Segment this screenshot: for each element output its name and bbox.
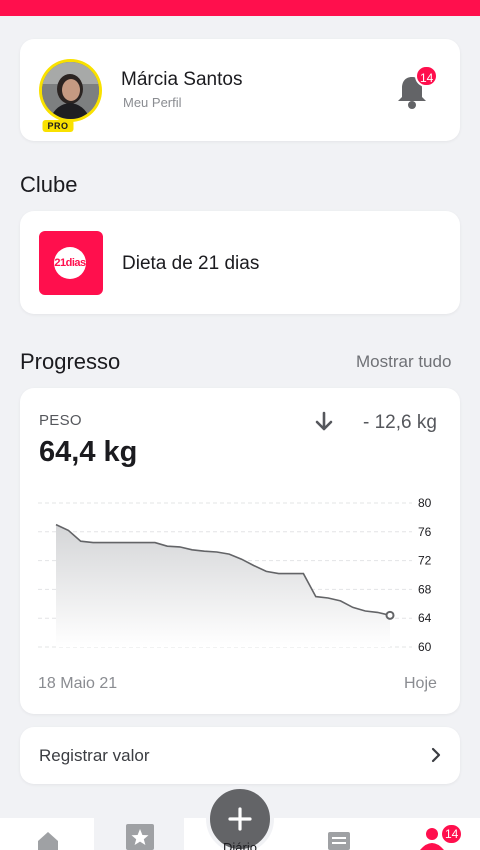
chart-end-label: Hoje [404, 675, 437, 692]
arrow-down-icon [315, 411, 333, 431]
weight-progress-card[interactable]: PESO 64,4 kg - 12,6 kg 80 76 72 68 64 60 18 M… [20, 388, 460, 714]
notification-badge: 14 [415, 65, 439, 87]
fab-caption: Diário [223, 840, 257, 850]
chevron-right-icon [431, 747, 441, 763]
list-icon [328, 832, 350, 850]
nav-item-home[interactable] [30, 818, 66, 850]
club-item-dieta[interactable]: 21dias Dieta de 21 dias [20, 211, 460, 314]
weight-chart: 80 76 72 68 64 60 [38, 496, 432, 654]
nav-item-favorites[interactable] [94, 818, 184, 850]
metric-delta: - 12,6 kg [363, 412, 437, 433]
metric-label: PESO [39, 412, 82, 429]
chart-y-tick-label: 72 [418, 554, 432, 568]
show-all-link[interactable]: Mostrar tudo [356, 352, 451, 372]
chart-y-tick-label: 80 [418, 496, 432, 510]
star-icon [126, 824, 154, 850]
avatar[interactable] [39, 59, 102, 122]
profile-subtitle: Meu Perfil [123, 95, 182, 110]
home-icon [38, 832, 58, 850]
nav-item-list[interactable] [322, 818, 358, 850]
register-value-button[interactable]: Registrar valor [20, 727, 460, 784]
top-status-bar [0, 0, 480, 16]
register-value-label: Registrar valor [39, 746, 150, 765]
club-item-label: Dieta de 21 dias [122, 253, 260, 274]
profile-card[interactable]: PRO Márcia Santos Meu Perfil 14 [20, 39, 460, 141]
metric-value: 64,4 kg [39, 436, 138, 468]
chart-last-point [385, 610, 395, 620]
club-logo-text: 21dias [54, 247, 86, 279]
profile-name: Márcia Santos [121, 69, 243, 90]
chart-y-tick-label: 68 [418, 582, 432, 596]
progress-title: Progresso [20, 349, 121, 374]
add-icon [228, 807, 252, 831]
chart-y-tick-label: 76 [418, 525, 432, 539]
avatar-photo [42, 62, 99, 119]
clube-title: Clube [20, 172, 78, 197]
club-logo: 21dias [39, 231, 103, 295]
pro-badge: PRO [42, 120, 74, 132]
profile-nav-badge: 14 [440, 823, 464, 845]
chart-start-label: 18 Maio 21 [38, 675, 118, 692]
chart-y-tick-label: 60 [418, 640, 432, 654]
chart-y-tick-label: 64 [418, 611, 432, 625]
